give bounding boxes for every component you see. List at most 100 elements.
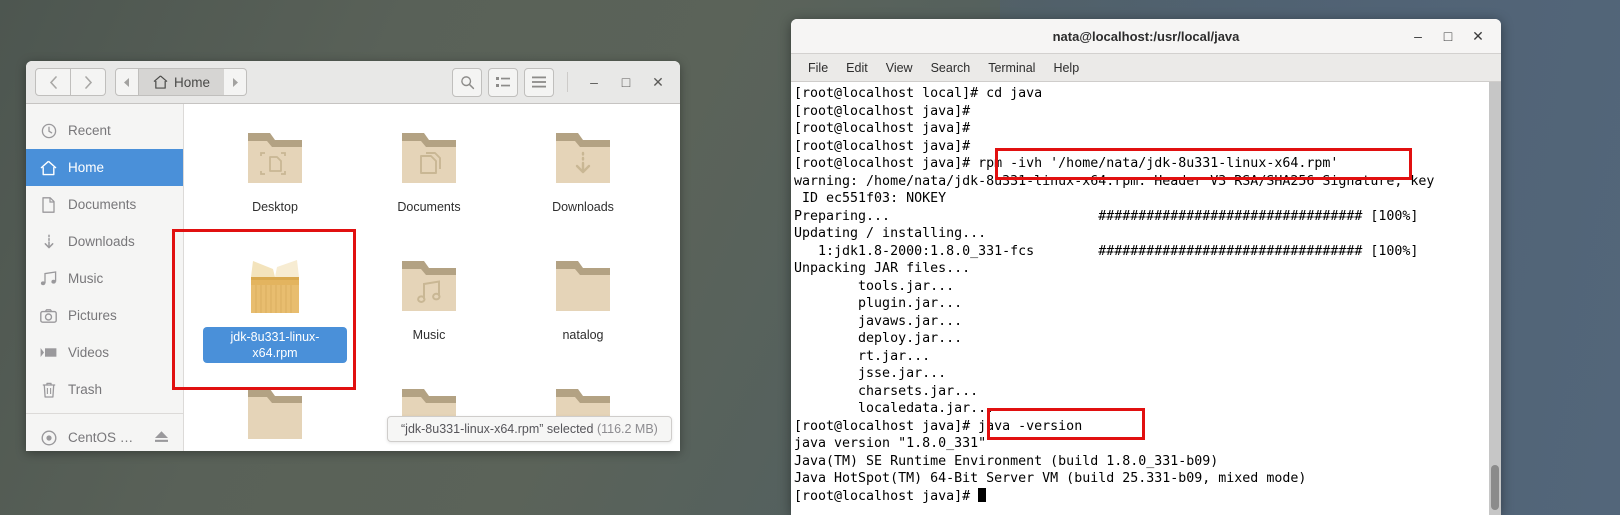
file-item-jdk-rpm[interactable]: jdk-8u331-linux-x64.rpm <box>198 241 352 369</box>
back-button[interactable] <box>35 68 71 96</box>
file-item-label: Downloads <box>552 200 614 214</box>
minimize-button[interactable]: – <box>581 69 607 95</box>
sidebar-item-label: Music <box>68 271 104 286</box>
menu-item-file[interactable]: File <box>799 58 837 78</box>
terminal-minimize-button[interactable]: – <box>1411 28 1425 44</box>
chevron-right-icon <box>84 75 92 89</box>
file-manager-window-controls: – □ ✕ <box>452 67 671 97</box>
breadcrumb: Home <box>115 68 248 96</box>
maximize-button[interactable]: □ <box>613 69 639 95</box>
terminal-scrollbar[interactable] <box>1489 82 1501 515</box>
file-item-label: natalog <box>562 328 604 342</box>
file-item-label: Documents <box>397 200 461 214</box>
sidebar-item-centos-device[interactable]: CentOS … <box>26 419 183 451</box>
folder-downloads-icon <box>545 123 621 195</box>
sidebar-item-documents[interactable]: Documents <box>26 186 183 223</box>
terminal-window: nata@localhost:/usr/local/java – □ ✕ Fil… <box>791 19 1501 515</box>
file-manager-body: Recent Home Documents Downloads Music Pi… <box>26 104 680 451</box>
file-manager-toolbar: Home – □ ✕ <box>26 61 680 104</box>
status-selection-text: “jdk-8u331-linux-x64.rpm” selected <box>401 422 594 436</box>
document-icon <box>40 196 57 213</box>
terminal-minimize-label: – <box>1414 28 1422 44</box>
file-item-documents[interactable]: Documents <box>352 113 506 241</box>
folder-icon <box>237 379 313 451</box>
sidebar-item-videos[interactable]: Videos <box>26 334 183 371</box>
triangle-right-icon <box>233 77 239 87</box>
chevron-left-icon <box>49 75 57 89</box>
breadcrumb-label: Home <box>174 74 211 90</box>
terminal-maximize-label: □ <box>1443 28 1453 44</box>
file-manager-window: Home – □ ✕ Recent Home Documents Downloa… <box>26 61 680 451</box>
terminal-maximize-button[interactable]: □ <box>1441 28 1455 44</box>
list-view-icon <box>496 76 510 87</box>
file-item-row3-1[interactable] <box>198 369 352 451</box>
menu-button[interactable] <box>524 67 554 97</box>
sidebar: Recent Home Documents Downloads Music Pi… <box>26 104 184 451</box>
file-item-label: Music <box>412 328 446 342</box>
status-bar: “jdk-8u331-linux-x64.rpm” selected (116.… <box>387 416 672 442</box>
folder-music-icon <box>391 251 467 323</box>
terminal-title: nata@localhost:/usr/local/java <box>1052 28 1240 44</box>
terminal-window-controls: – □ ✕ <box>1411 28 1501 45</box>
terminal-scrollbar-thumb[interactable] <box>1491 465 1499 510</box>
terminal-close-button[interactable]: ✕ <box>1471 28 1485 45</box>
sidebar-item-trash[interactable]: Trash <box>26 371 183 408</box>
menu-item-edit[interactable]: Edit <box>837 58 877 78</box>
sidebar-item-label: Downloads <box>68 234 135 249</box>
folder-icon <box>545 251 621 323</box>
terminal-screen[interactable]: [root@localhost local]# cd java [root@lo… <box>791 82 1501 515</box>
sidebar-item-label: Documents <box>68 197 137 212</box>
hamburger-menu-icon <box>532 76 546 88</box>
view-mode-button[interactable] <box>488 67 518 97</box>
breadcrumb-next-button[interactable] <box>224 68 248 96</box>
menu-item-search[interactable]: Search <box>922 58 980 78</box>
file-grid: Desktop Documents Downloads jdk-8u331-li… <box>184 104 680 451</box>
search-button[interactable] <box>452 67 482 97</box>
trash-icon <box>40 381 57 398</box>
folder-documents-icon <box>391 123 467 195</box>
eject-icon[interactable] <box>154 430 169 446</box>
triangle-left-icon <box>124 77 129 87</box>
menu-item-help[interactable]: Help <box>1044 58 1088 78</box>
toolbar-divider <box>567 72 568 92</box>
package-box-icon <box>237 251 313 323</box>
terminal-output: [root@localhost local]# cd java [root@lo… <box>794 86 1435 504</box>
terminal-cursor <box>978 487 987 502</box>
menu-item-terminal[interactable]: Terminal <box>979 58 1044 78</box>
sidebar-item-home[interactable]: Home <box>26 149 183 186</box>
clock-icon <box>40 122 57 139</box>
file-item-label: Desktop <box>252 200 298 214</box>
sidebar-item-recent[interactable]: Recent <box>26 112 183 149</box>
sidebar-item-label: Home <box>68 160 105 175</box>
sidebar-divider <box>26 413 183 414</box>
terminal-menu-bar: File Edit View Search Terminal Help <box>791 54 1501 82</box>
menu-item-view[interactable]: View <box>877 58 922 78</box>
camera-icon <box>40 307 57 324</box>
file-item-desktop[interactable]: Desktop <box>198 113 352 241</box>
sidebar-item-music[interactable]: Music <box>26 260 183 297</box>
sidebar-item-downloads[interactable]: Downloads <box>26 223 183 260</box>
maximize-label: □ <box>621 74 631 90</box>
sidebar-item-label: Trash <box>68 382 103 397</box>
breadcrumb-current[interactable]: Home <box>139 68 225 96</box>
sidebar-item-label: Videos <box>68 345 110 360</box>
terminal-close-label: ✕ <box>1472 27 1484 44</box>
minimize-label: – <box>590 74 598 90</box>
file-grid-area: Desktop Documents Downloads jdk-8u331-li… <box>184 104 680 451</box>
forward-button[interactable] <box>71 68 106 96</box>
sidebar-item-pictures[interactable]: Pictures <box>26 297 183 334</box>
sidebar-item-label: Recent <box>68 123 111 138</box>
folder-desktop-icon <box>237 123 313 195</box>
file-item-natalog[interactable]: natalog <box>506 241 660 369</box>
status-size-text: (116.2 MB) <box>596 422 658 436</box>
disc-icon <box>40 429 57 446</box>
sidebar-item-label: Pictures <box>68 308 117 323</box>
breadcrumb-prev-button[interactable] <box>115 68 139 96</box>
music-note-icon <box>40 270 57 287</box>
close-button[interactable]: ✕ <box>645 69 671 95</box>
sidebar-item-label: CentOS … <box>68 430 134 445</box>
file-item-downloads[interactable]: Downloads <box>506 113 660 241</box>
search-icon <box>460 75 474 89</box>
video-icon <box>40 344 57 361</box>
file-item-music[interactable]: Music <box>352 241 506 369</box>
